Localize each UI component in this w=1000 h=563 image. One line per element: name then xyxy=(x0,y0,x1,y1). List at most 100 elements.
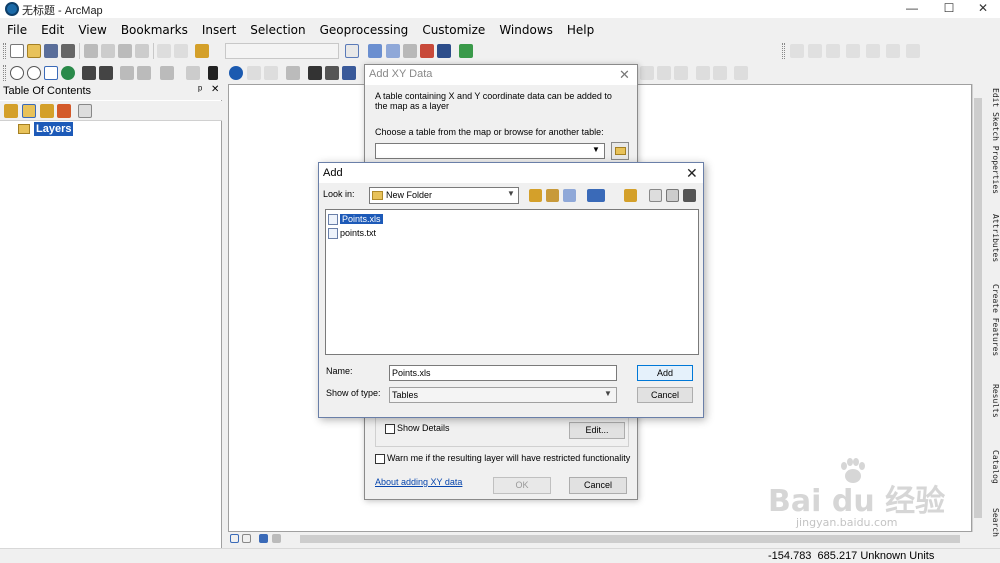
menu-windows[interactable]: Windows xyxy=(492,20,560,40)
table-icon[interactable] xyxy=(368,44,382,58)
layout-view-icon[interactable] xyxy=(242,534,251,543)
list-by-selection-icon[interactable] xyxy=(57,104,71,118)
measure-icon[interactable] xyxy=(286,66,300,80)
show-details-checkbox[interactable] xyxy=(385,424,395,434)
xy-close-icon[interactable]: ✕ xyxy=(619,67,630,83)
catalog-view-icon[interactable] xyxy=(649,189,662,202)
pause-drawing-icon[interactable] xyxy=(272,534,281,543)
dock-tab-catalog[interactable]: Catalog xyxy=(988,450,1000,500)
type-dropdown[interactable]: Tables xyxy=(389,387,617,403)
list-by-source-icon[interactable] xyxy=(22,104,36,118)
horizontal-scroll-thumb[interactable] xyxy=(300,535,960,543)
minimize-button[interactable]: — xyxy=(895,0,929,18)
hyperlink-icon[interactable] xyxy=(247,66,261,80)
view-options-icon[interactable] xyxy=(587,189,605,202)
data-view-icon[interactable] xyxy=(230,534,239,543)
menu-help[interactable]: Help xyxy=(560,20,601,40)
toolbar-grip[interactable] xyxy=(3,65,6,81)
sketch-trace-icon[interactable] xyxy=(846,44,860,58)
create-features-icon[interactable] xyxy=(734,66,748,80)
menu-insert[interactable]: Insert xyxy=(195,20,243,40)
sketch-tool-icon[interactable] xyxy=(790,44,804,58)
print-icon[interactable] xyxy=(61,44,75,58)
pan-icon[interactable] xyxy=(44,66,58,80)
list-item[interactable]: points.txt xyxy=(340,227,376,240)
new-folder-icon[interactable] xyxy=(624,189,637,202)
sketch-point-icon[interactable] xyxy=(866,44,880,58)
open-folder-icon[interactable] xyxy=(27,44,41,58)
list-by-drawing-order-icon[interactable] xyxy=(4,104,18,118)
menu-bookmarks[interactable]: Bookmarks xyxy=(114,20,195,40)
select-features-icon[interactable] xyxy=(160,66,174,80)
python-window-icon[interactable] xyxy=(437,44,451,58)
layers-node[interactable]: Layers xyxy=(34,122,74,136)
list-by-visibility-icon[interactable] xyxy=(40,104,54,118)
warn-checkbox[interactable] xyxy=(375,454,385,464)
home-icon[interactable] xyxy=(546,189,559,202)
zoom-in-icon[interactable] xyxy=(10,66,24,80)
about-xy-link[interactable]: About adding XY data xyxy=(375,477,462,487)
add-cancel-button[interactable]: Cancel xyxy=(637,387,693,403)
undo-icon[interactable] xyxy=(157,44,171,58)
rotate-tool-icon[interactable] xyxy=(674,66,688,80)
dock-tab-attributes[interactable]: Attributes xyxy=(988,214,1000,278)
delete-icon[interactable] xyxy=(135,44,149,58)
edit-tool-icon[interactable] xyxy=(640,66,654,80)
dock-tab-create-features[interactable]: Create Features xyxy=(988,284,1000,368)
vertical-scroll-thumb[interactable] xyxy=(974,98,982,518)
zoom-out-icon[interactable] xyxy=(27,66,41,80)
map-scale-dropdown[interactable] xyxy=(225,43,339,59)
toolbox-icon[interactable] xyxy=(666,189,679,202)
toc-close-icon[interactable]: ✕ xyxy=(211,84,219,95)
sketch-vertex-icon[interactable] xyxy=(886,44,900,58)
add-data-icon[interactable] xyxy=(195,44,209,58)
search-window-icon[interactable] xyxy=(403,44,417,58)
find-icon[interactable] xyxy=(308,66,322,80)
clear-selection-icon[interactable] xyxy=(186,66,200,80)
pin-icon[interactable]: ᵖ xyxy=(198,84,202,96)
identify-icon[interactable] xyxy=(229,66,243,80)
modelbuilder-icon[interactable] xyxy=(459,44,473,58)
add-close-icon[interactable]: ✕ xyxy=(686,165,698,182)
up-one-level-icon[interactable] xyxy=(529,189,542,202)
menu-view[interactable]: View xyxy=(71,20,113,40)
editor-toolbar-icon[interactable] xyxy=(345,44,359,58)
attributes-tool-icon[interactable] xyxy=(696,66,710,80)
maximize-button[interactable]: ☐ xyxy=(932,0,966,18)
fixed-zoom-out-icon[interactable] xyxy=(99,66,113,80)
sketch-finish-icon[interactable] xyxy=(906,44,920,58)
html-popup-icon[interactable] xyxy=(264,66,278,80)
xy-browse-button[interactable] xyxy=(611,142,629,160)
sketch-properties-icon[interactable] xyxy=(713,66,727,80)
select-elements-icon[interactable] xyxy=(208,66,218,80)
dock-tab-search[interactable]: Search xyxy=(988,508,1000,546)
go-to-xy-icon[interactable] xyxy=(342,66,356,80)
close-button[interactable]: ✕ xyxy=(966,0,1000,18)
menu-selection[interactable]: Selection xyxy=(243,20,312,40)
paste-icon[interactable] xyxy=(118,44,132,58)
new-document-icon[interactable] xyxy=(10,44,24,58)
toolbar-grip[interactable] xyxy=(782,43,785,59)
copy-icon[interactable] xyxy=(101,44,115,58)
split-tool-icon[interactable] xyxy=(657,66,671,80)
menu-customize[interactable]: Customize xyxy=(415,20,492,40)
xy-edit-button[interactable]: Edit... xyxy=(569,422,625,439)
list-item[interactable]: Points.xls xyxy=(340,213,383,226)
name-field[interactable]: Points.xls xyxy=(389,365,617,381)
full-extent-icon[interactable] xyxy=(61,66,75,80)
refresh-icon[interactable] xyxy=(259,534,268,543)
xy-cancel-button[interactable]: Cancel xyxy=(569,477,627,494)
fixed-zoom-in-icon[interactable] xyxy=(82,66,96,80)
cut-icon[interactable] xyxy=(84,44,98,58)
connect-folder-icon[interactable] xyxy=(563,189,576,202)
file-list[interactable]: Points.xls points.txt xyxy=(325,209,699,355)
go-forward-icon[interactable] xyxy=(137,66,151,80)
arctoolbox-icon[interactable] xyxy=(420,44,434,58)
toolbar-grip[interactable] xyxy=(3,43,6,59)
xy-table-dropdown[interactable]: ▼ xyxy=(375,143,605,159)
dock-tab-results[interactable]: Results xyxy=(988,384,1000,432)
find-route-icon[interactable] xyxy=(325,66,339,80)
go-back-icon[interactable] xyxy=(120,66,134,80)
sketch-straight-icon[interactable] xyxy=(808,44,822,58)
menu-geoprocessing[interactable]: Geoprocessing xyxy=(313,20,416,40)
